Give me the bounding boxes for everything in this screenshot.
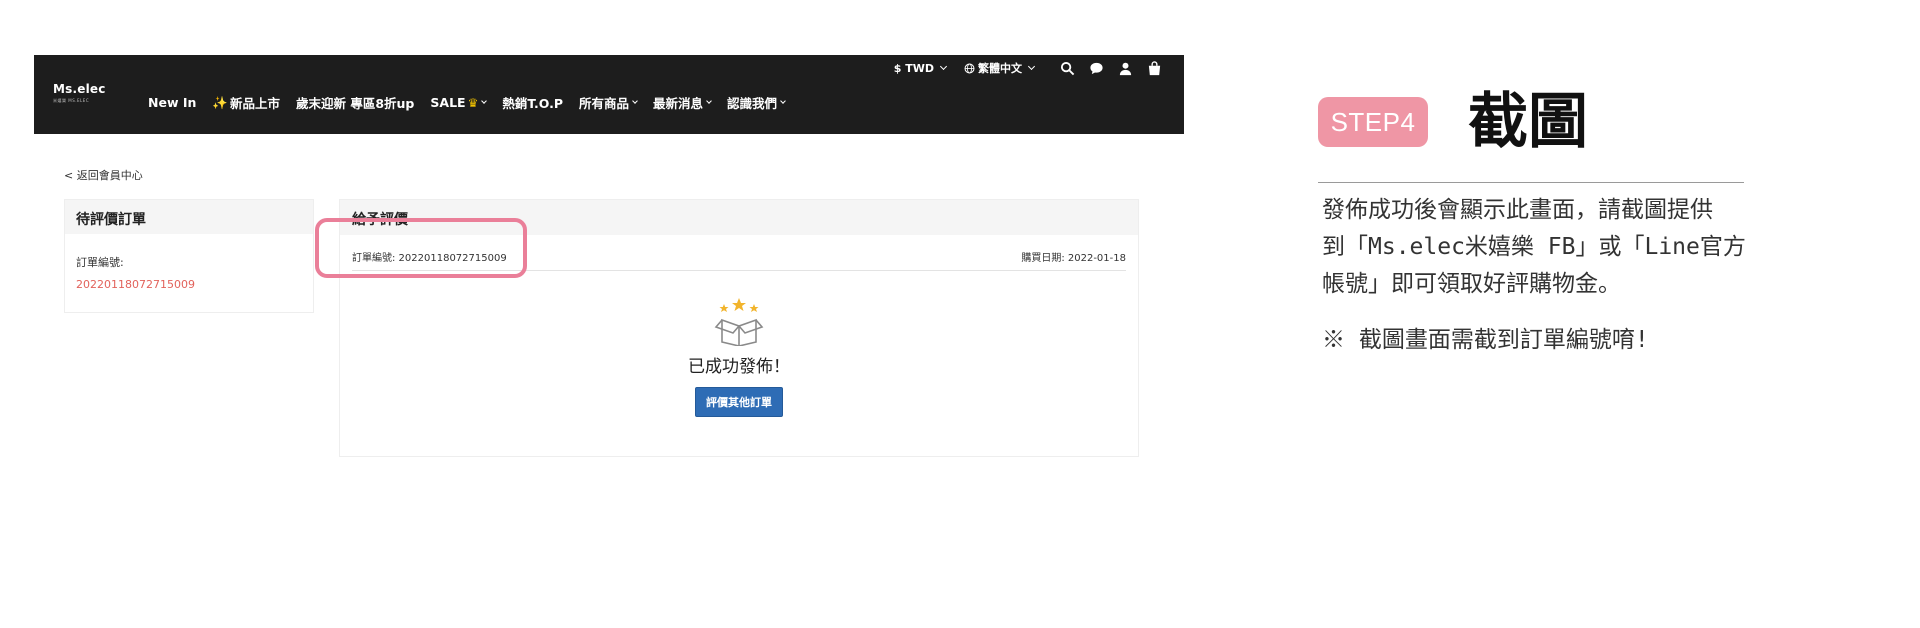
chevron-down-icon: [632, 98, 638, 104]
step-badge: STEP4: [1318, 97, 1428, 147]
success-message-block: 已成功發佈！ 評價其他訂單: [340, 296, 1138, 417]
nav-all-products[interactable]: 所有商品: [578, 93, 638, 112]
nav-hot-label: 熱銷T.O.P: [502, 96, 563, 111]
main-nav: New In ✨ 新品上市 歲末迎新 專區8折up SALE ♛ 熱銷T.O.P…: [148, 93, 801, 112]
step-title: 截圖: [1468, 87, 1588, 157]
nav-about-label: 認識我們: [727, 96, 778, 111]
nav-news[interactable]: 最新消息: [653, 93, 712, 112]
nav-about[interactable]: 認識我們: [727, 93, 786, 112]
nav-sale[interactable]: SALE ♛: [430, 95, 488, 110]
nav-year-end-label: 歲末迎新 專區8折up: [295, 96, 415, 111]
purchase-date: 購買日期: 2022-01-18: [1021, 253, 1126, 264]
success-text: 已成功發佈！: [688, 357, 790, 377]
chevron-down-icon: [1027, 62, 1036, 71]
order-number-label: 訂單編號:: [76, 256, 124, 269]
instruction-description: 發佈成功後會顯示此畫面，請截圖提供 到「Ms.elec米嬉樂 FB」或「Line…: [1322, 192, 1752, 303]
instruction-line-2: 到「Ms.elec米嬉樂 FB」或「Line官方: [1322, 234, 1746, 260]
currency-label: $ TWD: [893, 61, 934, 75]
chevron-down-icon: [780, 98, 786, 104]
back-to-member-center-link[interactable]: < 返回會員中心: [64, 167, 143, 183]
nav-all-products-label: 所有商品: [578, 96, 629, 111]
language-label: 繁體中文: [978, 62, 1022, 75]
instruction-line-3: 帳號」即可領取好評購物金。: [1322, 271, 1621, 297]
nav-year-end[interactable]: 歲末迎新 專區8折up: [296, 93, 414, 112]
nav-news-label: 最新消息: [653, 96, 704, 111]
globe-icon: [964, 63, 975, 73]
logo-text: Ms.elec: [53, 82, 106, 96]
pending-review-title: 待評價訂單: [65, 200, 313, 234]
logo-subtext: 米嬉樂 MS.ELEC: [53, 98, 90, 103]
chat-icon[interactable]: [1089, 61, 1104, 76]
instruction-note: ※ 截圖畫面需截到訂單編號唷!: [1322, 327, 1649, 353]
utility-bar: $ TWD 繁體中文: [876, 60, 1162, 76]
currency-selector[interactable]: $ TWD: [893, 61, 948, 75]
review-other-orders-button[interactable]: 評價其他訂單: [695, 387, 783, 417]
language-selector[interactable]: 繁體中文: [964, 60, 1036, 76]
chevron-down-icon: [706, 98, 712, 104]
chevron-down-icon: [481, 98, 488, 104]
order-number-link[interactable]: 20220118072715009: [76, 278, 313, 291]
gift-box-icon: [714, 298, 764, 346]
user-icon[interactable]: [1118, 61, 1133, 76]
nav-new-products[interactable]: ✨ 新品上市: [212, 93, 280, 112]
crown-icon: ♛: [467, 95, 479, 110]
search-icon[interactable]: [1060, 61, 1075, 76]
sparkle-icon: ✨: [212, 94, 228, 110]
website-screenshot: Ms.elec 米嬉樂 MS.ELEC $ TWD 繁體中文 New In ✨ …: [34, 55, 1184, 475]
nav-new-in-label: New In: [148, 95, 197, 110]
shopping-bag-icon[interactable]: [1147, 60, 1162, 76]
order-number-highlight: [315, 218, 527, 278]
site-logo[interactable]: Ms.elec 米嬉樂 MS.ELEC: [53, 82, 106, 104]
site-header: Ms.elec 米嬉樂 MS.ELEC $ TWD 繁體中文 New In ✨ …: [34, 55, 1184, 134]
nav-new-in[interactable]: New In: [148, 95, 196, 110]
divider: [1318, 182, 1744, 183]
pending-review-panel: 待評價訂單 訂單編號: 20220118072715009: [64, 199, 314, 313]
nav-new-products-label: 新品上市: [229, 96, 280, 111]
chevron-down-icon: [939, 62, 948, 71]
nav-sale-label: SALE: [430, 95, 466, 110]
nav-hot[interactable]: 熱銷T.O.P: [502, 93, 563, 112]
instruction-line-1: 發佈成功後會顯示此畫面，請截圖提供: [1322, 197, 1713, 223]
